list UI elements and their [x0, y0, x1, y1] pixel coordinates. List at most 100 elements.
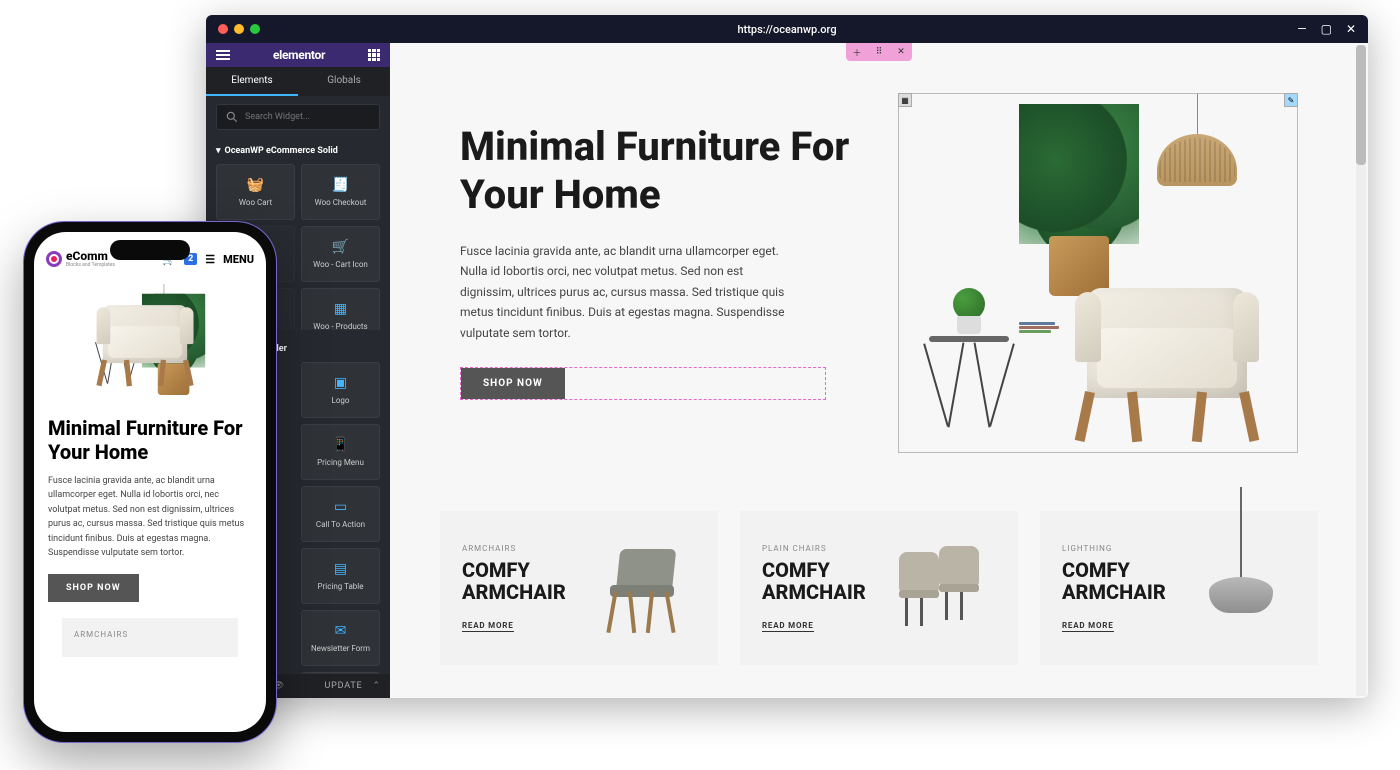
product-card[interactable]: LIGHTHING COMFY ARMCHAIR READ MORE	[1040, 511, 1318, 665]
product-image	[886, 533, 996, 643]
phone-card-preview: ARMCHAIRS	[62, 618, 238, 657]
widget-pricing-table[interactable]: ▤ Pricing Table	[301, 548, 380, 604]
minimize-icon[interactable]: —	[1297, 22, 1306, 36]
delete-section-button[interactable]: ✕	[890, 43, 912, 61]
traffic-lights	[218, 24, 260, 34]
chevron-up-icon[interactable]: ⌃	[372, 681, 380, 691]
site-logo[interactable]: eComm Blocks and Templates	[46, 250, 115, 268]
armchair-graphic	[1057, 242, 1277, 442]
window-controls-right: — ▢ ✕	[1297, 22, 1356, 36]
logo-icon: ▣	[334, 375, 347, 391]
product-title: COMFY ARMCHAIR	[762, 559, 876, 603]
add-section-button[interactable]: ＋	[846, 43, 868, 61]
books-graphic	[1019, 322, 1059, 332]
editor-canvas[interactable]: ＋ ⠿ ✕ Minimal Furniture For Your Home Fu…	[390, 43, 1368, 698]
phone-mockup: eComm Blocks and Templates 🛒 2 ☰ MENU	[24, 222, 276, 742]
hero-image-column[interactable]: ▦ ✎	[898, 93, 1298, 453]
phone-hero-title: Minimal Furniture For Your Home	[48, 416, 252, 464]
widget-woo-cart-icon[interactable]: 🛒 Woo - Cart Icon	[301, 226, 380, 282]
apps-grid-icon[interactable]	[368, 49, 380, 61]
cart-icon: 🛒	[332, 239, 349, 255]
widget-woo-checkout[interactable]: 🧾 Woo Checkout	[301, 164, 380, 220]
browser-window: https://oceanwp.org — ▢ ✕ elementor Elem…	[206, 15, 1368, 698]
product-title: COMFY ARMCHAIR	[1062, 559, 1176, 603]
widget-woo-cart[interactable]: 🧺 Woo Cart	[216, 164, 295, 220]
product-image	[586, 533, 696, 643]
address-bar[interactable]: https://oceanwp.org	[737, 23, 836, 36]
hero-section[interactable]: Minimal Furniture For Your Home Fusce la…	[390, 43, 1368, 493]
section-header-ecommerce[interactable]: ▾ OceanWP eCommerce Solid	[206, 138, 390, 164]
armchair-graphic	[87, 281, 203, 386]
widget-newsletter-form[interactable]: ✉ Newsletter Form	[301, 610, 380, 666]
logo-mark-icon	[46, 251, 62, 267]
selected-element-outline: SHOP NOW	[460, 367, 826, 400]
read-more-link[interactable]: READ MORE	[462, 621, 514, 632]
elementor-topbar: elementor	[206, 43, 390, 67]
sidetable-graphic	[929, 288, 1009, 422]
phone-shop-now-button[interactable]: SHOP NOW	[48, 574, 139, 602]
phone-notch	[110, 240, 190, 260]
minimize-window-button[interactable]	[234, 24, 244, 34]
restore-icon[interactable]: ▢	[1321, 22, 1332, 36]
checkout-icon: 🧾	[332, 177, 349, 193]
widget-woo-products[interactable]: ▦ Woo - Products	[301, 288, 380, 330]
widget-label: Woo Checkout	[311, 198, 371, 207]
product-category: ARMCHAIRS	[462, 544, 576, 553]
product-title: COMFY ARMCHAIR	[462, 559, 576, 603]
logo-text: eComm	[66, 250, 115, 262]
products-icon: ▦	[334, 301, 347, 317]
search-icon	[225, 110, 239, 124]
hamburger-icon[interactable]	[216, 50, 230, 60]
hero-scene-image	[899, 94, 1297, 452]
menu-icon[interactable]: ☰	[205, 253, 215, 266]
section-controls: ＋ ⠿ ✕	[846, 43, 912, 61]
hero-body[interactable]: Fusce lacinia gravida ante, ac blandit u…	[460, 241, 800, 343]
widget-label: Logo	[328, 396, 354, 405]
widget-search-input[interactable]	[245, 112, 371, 122]
newsletter-icon: ✉	[335, 623, 347, 639]
elementor-tabs: Elements Globals	[206, 67, 390, 96]
chevron-down-icon: ▾	[216, 146, 221, 156]
close-icon[interactable]: ✕	[1346, 22, 1356, 36]
product-image	[1186, 533, 1296, 643]
phone-hero: Minimal Furniture For Your Home Fusce la…	[34, 274, 266, 667]
canvas-scrollbar[interactable]	[1356, 45, 1366, 696]
product-card[interactable]: PLAIN CHAIRS COMFY ARMCHAIR READ MORE	[740, 511, 1018, 665]
product-category: LIGHTHING	[1062, 544, 1176, 553]
product-card[interactable]: ARMCHAIRS COMFY ARMCHAIR READ MORE	[440, 511, 718, 665]
product-category: ARMCHAIRS	[74, 630, 226, 639]
cart-icon: 🧺	[247, 177, 264, 193]
elementor-logo: elementor	[273, 48, 325, 62]
pricing-menu-icon: 📱	[332, 437, 349, 453]
browser-titlebar: https://oceanwp.org — ▢ ✕	[206, 15, 1368, 43]
widget-pricing-menu[interactable]: 📱 Pricing Menu	[301, 424, 380, 480]
tab-elements[interactable]: Elements	[206, 67, 298, 96]
read-more-link[interactable]: READ MORE	[1062, 621, 1114, 632]
shop-now-button[interactable]: SHOP NOW	[461, 368, 565, 399]
product-cards-row[interactable]: ARMCHAIRS COMFY ARMCHAIR READ MORE PLAIN…	[390, 493, 1368, 695]
scrollbar-thumb[interactable]	[1356, 45, 1366, 165]
pricing-table-icon: ▤	[334, 561, 347, 577]
logo-subtext: Blocks and Templates	[66, 262, 115, 268]
maximize-window-button[interactable]	[250, 24, 260, 34]
widget-logo[interactable]: ▣ Logo	[301, 362, 380, 418]
read-more-link[interactable]: READ MORE	[762, 621, 814, 632]
hero-title[interactable]: Minimal Furniture For Your Home	[460, 123, 858, 219]
widget-label: Newsletter Form	[307, 644, 374, 653]
product-category: PLAIN CHAIRS	[762, 544, 876, 553]
widget-label: Woo Cart	[235, 198, 276, 207]
tab-globals[interactable]: Globals	[298, 67, 390, 96]
widget-search[interactable]	[216, 104, 380, 130]
section-header-ecommerce-label: OceanWP eCommerce Solid	[225, 146, 338, 156]
widget-label: Call To Action	[312, 520, 369, 529]
update-button[interactable]: UPDATE	[325, 681, 363, 691]
close-window-button[interactable]	[218, 24, 228, 34]
drag-section-handle[interactable]: ⠿	[868, 43, 890, 61]
lamp-graphic	[1157, 94, 1237, 186]
widget-label: Pricing Menu	[313, 458, 368, 467]
widget-label: Woo - Products	[309, 322, 371, 330]
hero-text-column[interactable]: Minimal Furniture For Your Home Fusce la…	[460, 93, 858, 453]
widget-call-to-action[interactable]: ▭ Call To Action	[301, 486, 380, 542]
phone-screen: eComm Blocks and Templates 🛒 2 ☰ MENU	[34, 232, 266, 732]
menu-label[interactable]: MENU	[223, 253, 254, 266]
